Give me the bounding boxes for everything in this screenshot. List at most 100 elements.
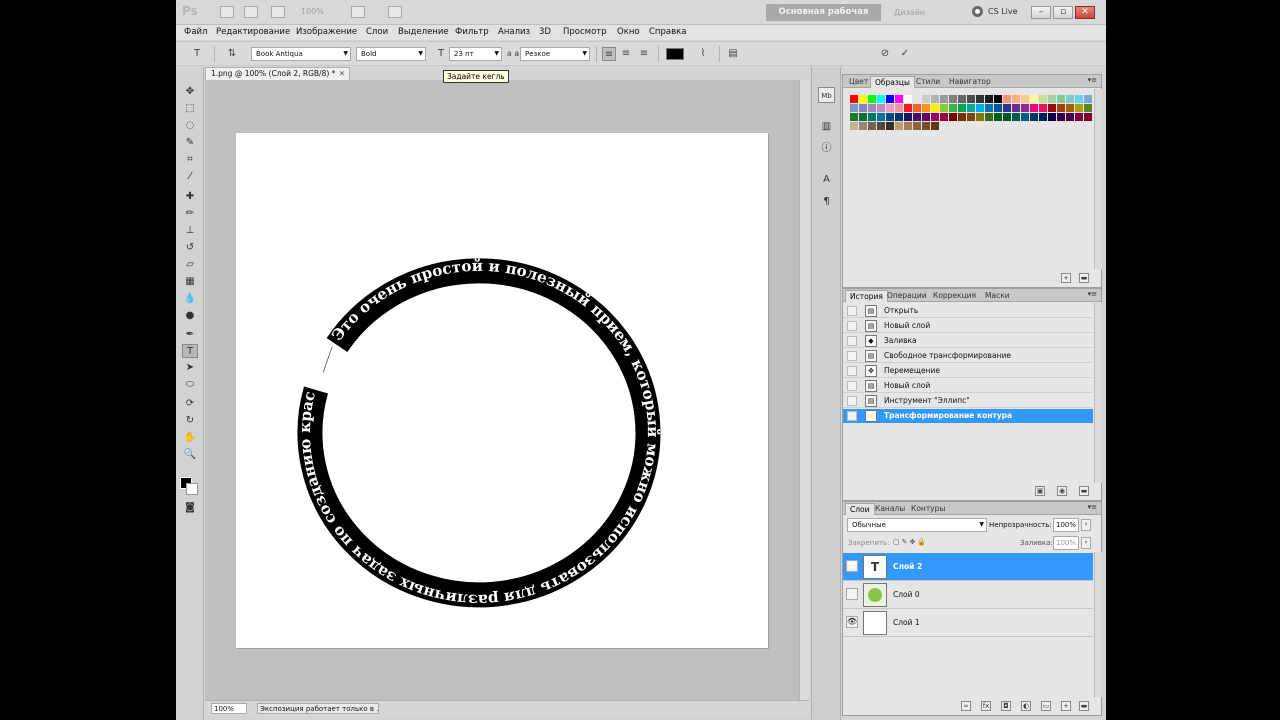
color-swatch[interactable] [994, 104, 1003, 113]
menu-file[interactable]: Файл [184, 27, 207, 37]
color-swatch[interactable] [886, 95, 895, 104]
marquee-tool-icon[interactable]: ⬚ [182, 102, 198, 116]
minimize-button[interactable]: – [1031, 6, 1051, 19]
color-swatch[interactable] [1066, 104, 1075, 113]
zoom-level-select[interactable]: 100% [301, 7, 324, 16]
panel-menu-icon[interactable]: ▾≡ [1088, 503, 1097, 511]
color-swatch[interactable] [967, 104, 976, 113]
font-size-input[interactable]: 23 пт ▼ [449, 47, 502, 61]
color-swatch[interactable] [1003, 113, 1012, 122]
color-swatch[interactable] [1030, 95, 1039, 104]
color-swatch[interactable] [1057, 104, 1066, 113]
background-color-swatch[interactable] [186, 483, 198, 495]
canvas[interactable]: Это очень простой и полезный прием, кото… [230, 119, 768, 648]
layer-row[interactable]: 👁 T Слой 2 [843, 553, 1093, 581]
align-center-icon[interactable]: ≡ [619, 47, 633, 61]
color-swatch[interactable] [985, 104, 994, 113]
color-swatch[interactable] [895, 122, 904, 131]
type-tool-preset-icon[interactable]: T [190, 47, 204, 61]
align-left-icon[interactable]: ≡ [602, 47, 616, 61]
layer-mask-icon[interactable]: ◘ [1001, 701, 1011, 711]
color-swatch[interactable] [895, 113, 904, 122]
history-brush-tool-icon[interactable]: ↺ [182, 241, 198, 255]
color-swatch[interactable] [850, 95, 859, 104]
pen-tool-icon[interactable]: ✒ [182, 328, 198, 342]
eye-icon[interactable]: 👁 [846, 616, 858, 628]
color-swatch[interactable] [1012, 104, 1021, 113]
new-layer-icon[interactable]: + [1061, 701, 1071, 711]
blend-mode-select[interactable]: Обычные ▼ [847, 518, 987, 532]
history-item[interactable]: ◆ Заливка [843, 334, 1093, 348]
color-swatch[interactable] [1039, 104, 1048, 113]
color-swatch[interactable] [976, 95, 985, 104]
color-swatch[interactable] [940, 113, 949, 122]
color-swatch[interactable] [922, 104, 931, 113]
color-swatch[interactable] [1057, 95, 1066, 104]
minibridge-icon[interactable] [244, 6, 258, 18]
delete-state-icon[interactable]: ▬ [1079, 486, 1089, 496]
menu-image[interactable]: Изображение [296, 27, 357, 37]
color-swatch[interactable] [922, 122, 931, 131]
history-brush-source-checkbox[interactable] [847, 351, 857, 361]
color-swatch[interactable] [913, 122, 922, 131]
color-swatch[interactable] [976, 113, 985, 122]
extras-icon[interactable] [271, 6, 285, 18]
color-swatch[interactable] [1021, 95, 1030, 104]
dodge-tool-icon[interactable]: ● [182, 309, 198, 323]
color-swatch[interactable] [1048, 104, 1057, 113]
tab-adjustments[interactable]: Коррекция [929, 290, 980, 302]
color-swatch[interactable] [913, 95, 922, 104]
gradient-tool-icon[interactable]: ▦ [182, 275, 198, 289]
color-swatch[interactable] [976, 104, 985, 113]
menu-edit[interactable]: Редактирование [216, 27, 290, 37]
color-swatch[interactable] [877, 104, 886, 113]
crop-tool-icon[interactable]: ⌗ [182, 153, 198, 167]
color-swatch[interactable] [859, 122, 868, 131]
history-brush-source-checkbox[interactable] [847, 381, 857, 391]
delete-swatch-icon[interactable]: ▬ [1079, 273, 1089, 283]
text-orientation-icon[interactable]: ⇅ [225, 47, 239, 61]
blur-tool-icon[interactable]: 💧 [182, 292, 198, 306]
color-swatch[interactable] [877, 113, 886, 122]
color-swatch[interactable] [931, 113, 940, 122]
color-swatch[interactable] [886, 122, 895, 131]
color-swatch[interactable] [967, 95, 976, 104]
layer-row[interactable]: Слой 0 [843, 581, 1093, 609]
color-swatch[interactable] [868, 113, 877, 122]
color-swatch[interactable] [904, 113, 913, 122]
color-swatch[interactable] [913, 104, 922, 113]
history-brush-source-checkbox[interactable] [847, 336, 857, 346]
color-swatch[interactable] [877, 95, 886, 104]
history-brush-source-checkbox[interactable] [847, 366, 857, 376]
color-swatch[interactable] [1066, 95, 1075, 104]
swatches-scrollbar[interactable] [1094, 89, 1102, 269]
color-swatch[interactable] [1075, 104, 1084, 113]
lock-icons[interactable]: ▢✎✥🔒 [893, 538, 928, 546]
paragraph-dock-icon[interactable]: ¶ [818, 194, 835, 210]
color-swatch[interactable] [967, 113, 976, 122]
eraser-tool-icon[interactable]: ▱ [182, 258, 198, 272]
color-swatch[interactable] [1084, 104, 1093, 113]
screen-mode-icon[interactable] [388, 6, 402, 18]
color-swatch[interactable] [1021, 104, 1030, 113]
font-family-select[interactable]: Book Antiqua ▼ [251, 47, 351, 61]
align-right-icon[interactable]: ≡ [637, 47, 651, 61]
move-tool-icon[interactable]: ✥ [182, 85, 198, 99]
color-swatch[interactable] [1012, 95, 1021, 104]
menu-view[interactable]: Просмотр [563, 27, 607, 37]
color-swatch[interactable] [940, 95, 949, 104]
tab-color[interactable]: Цвет [845, 76, 872, 88]
arrange-documents-icon[interactable] [351, 6, 365, 18]
tab-styles[interactable]: Стили [912, 76, 944, 88]
panel-menu-icon[interactable]: ▾≡ [1088, 76, 1097, 84]
tab-swatches[interactable]: Образцы [870, 76, 915, 88]
color-swatch[interactable] [931, 104, 940, 113]
color-swatch[interactable] [1048, 113, 1057, 122]
history-item[interactable]: ▤ Инструмент "Эллипс" [843, 394, 1093, 408]
color-swatch[interactable] [1039, 95, 1048, 104]
color-swatch[interactable] [1003, 104, 1012, 113]
font-style-select[interactable]: Bold ▼ [356, 47, 426, 61]
clone-stamp-tool-icon[interactable]: ⊥ [182, 224, 198, 238]
antialias-select[interactable]: Резкое ▼ [520, 47, 590, 61]
color-swatch[interactable] [859, 113, 868, 122]
